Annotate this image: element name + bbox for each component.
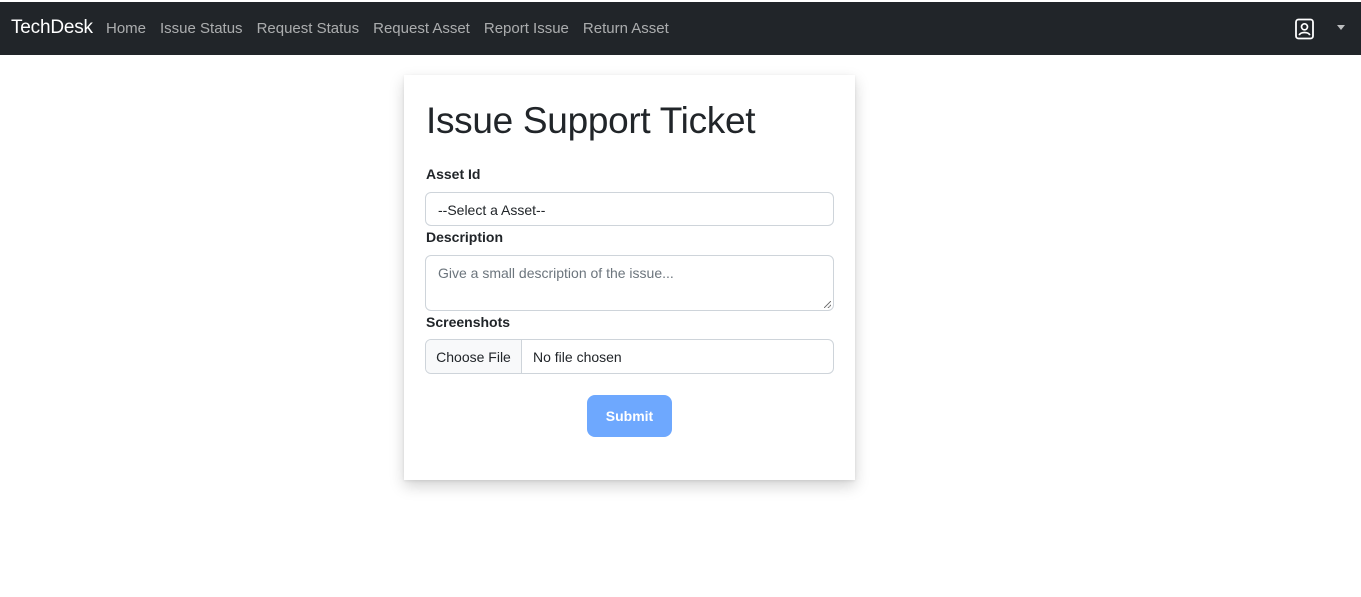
page-title: Issue Support Ticket (426, 100, 756, 141)
resize-handle-icon[interactable] (824, 301, 831, 308)
brand-logo[interactable]: TechDesk (11, 17, 93, 39)
screenshots-file-input[interactable]: Choose File No file chosen (425, 339, 834, 374)
nav-link-return-asset[interactable]: Return Asset (576, 20, 676, 37)
nav-link-issue-status[interactable]: Issue Status (153, 20, 250, 37)
description-label: Description (426, 229, 504, 245)
choose-file-button[interactable]: Choose File (426, 340, 522, 373)
nav-link-request-asset[interactable]: Request Asset (366, 20, 477, 37)
nav-link-home[interactable]: Home (99, 20, 153, 37)
user-menu-toggle[interactable] (1294, 18, 1345, 40)
submit-button[interactable]: Submit (587, 395, 672, 437)
screenshots-label: Screenshots (426, 314, 511, 330)
caret-down-icon (1337, 24, 1345, 30)
description-placeholder: Give a small description of the issue... (438, 265, 674, 281)
description-textarea[interactable]: Give a small description of the issue... (425, 255, 834, 311)
nav-links: Home Issue Status Request Status Request… (99, 2, 676, 55)
nav-link-report-issue[interactable]: Report Issue (477, 20, 576, 37)
support-ticket-card: Issue Support Ticket Asset Id --Select a… (404, 75, 855, 480)
asset-id-label: Asset Id (426, 166, 481, 182)
user-badge-icon (1294, 18, 1316, 40)
top-navbar: TechDesk Home Issue Status Request Statu… (0, 2, 1361, 55)
file-status-text: No file chosen (533, 348, 622, 365)
nav-link-request-status[interactable]: Request Status (250, 20, 367, 37)
asset-select-value: --Select a Asset-- (438, 202, 546, 218)
asset-select[interactable]: --Select a Asset-- (425, 192, 834, 226)
